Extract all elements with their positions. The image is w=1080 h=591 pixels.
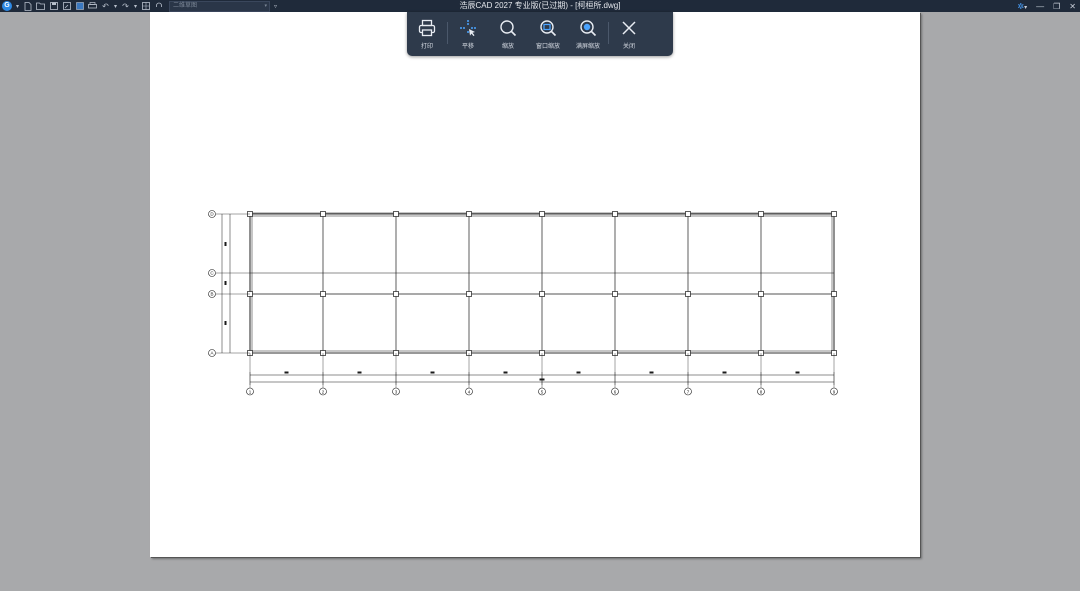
- workspace-select-value: 二维草图: [173, 2, 198, 9]
- app-logo-icon[interactable]: G: [2, 1, 12, 11]
- column: [685, 211, 691, 217]
- open-icon[interactable]: [36, 2, 45, 11]
- dimension-text-mark: [224, 281, 227, 285]
- column: [466, 291, 472, 297]
- dimension-text-mark: [284, 371, 289, 374]
- column: [320, 291, 326, 297]
- dimension-text-mark: [430, 371, 435, 374]
- zoom-label: 缩放: [501, 44, 514, 50]
- column: [831, 211, 837, 217]
- restore-icon[interactable]: ❐: [1053, 2, 1060, 11]
- close-preview-button[interactable]: 关闭: [609, 12, 649, 56]
- layout-icon[interactable]: [141, 2, 150, 11]
- preview-toolbar: 打印 平移 缩放 窗口缩放 满屏缩放 关闭: [407, 12, 673, 56]
- undo-dropdown-icon[interactable]: ▾: [114, 3, 117, 10]
- app-menu-caret-icon[interactable]: ▾: [16, 3, 19, 10]
- new-icon[interactable]: [23, 1, 32, 11]
- zoom-icon: [500, 20, 517, 37]
- close-label: 关闭: [622, 44, 635, 50]
- column: [539, 291, 545, 297]
- save-as-icon[interactable]: [62, 2, 71, 11]
- zoom-extents-label: 满屏缩放: [575, 44, 600, 50]
- settings-gear-icon[interactable]: ✲▾: [1017, 2, 1027, 11]
- close-icon: [622, 21, 636, 35]
- column: [831, 291, 837, 297]
- quick-access-toolbar: G ▾ ↶ ▾ ↷ ▾ 二维草图 ▾ ▿: [2, 0, 277, 12]
- dimension-text-mark: [576, 371, 581, 374]
- window-controls: ✲▾ — ❐ ✕: [1017, 0, 1076, 12]
- dimension-text-mark: [649, 371, 654, 374]
- column: [393, 291, 399, 297]
- column: [612, 291, 618, 297]
- print-icon[interactable]: [88, 2, 97, 11]
- dimension-text-mark: [224, 321, 227, 325]
- dimension-text-mark: [795, 371, 800, 374]
- column: [758, 291, 764, 297]
- column: [393, 211, 399, 217]
- zoom-button[interactable]: 缩放: [488, 12, 528, 56]
- column: [466, 211, 472, 217]
- pan-button[interactable]: 平移: [448, 12, 488, 56]
- redo-icon[interactable]: ↷: [121, 2, 130, 11]
- column: [612, 211, 618, 217]
- pan-icon: [460, 20, 476, 37]
- window-zoom-button[interactable]: 窗口缩放: [528, 12, 568, 56]
- help-icon[interactable]: [154, 2, 163, 11]
- minimize-icon[interactable]: —: [1036, 2, 1044, 11]
- zoom-extents-icon: [580, 20, 597, 37]
- customize-toolbar-icon[interactable]: ▿: [274, 3, 277, 10]
- window-zoom-label: 窗口缩放: [535, 44, 560, 50]
- title-bar: G ▾ ↶ ▾ ↷ ▾ 二维草图 ▾ ▿ 浩辰CAD 2027 专业版(已过期)…: [0, 0, 1080, 12]
- axis-letter-label: B: [210, 292, 213, 297]
- dimension-text-mark: [357, 371, 362, 374]
- column: [320, 211, 326, 217]
- close-window-icon[interactable]: ✕: [1069, 2, 1076, 11]
- print-preview-paper: 123456789DCBA: [150, 12, 920, 557]
- workspace-select[interactable]: 二维草图 ▾: [169, 0, 271, 12]
- workspace-dropdown-icon: ▾: [264, 2, 268, 9]
- save-all-icon[interactable]: [75, 2, 84, 11]
- undo-icon[interactable]: ↶: [101, 2, 110, 11]
- pan-label: 平移: [461, 44, 474, 50]
- column: [685, 291, 691, 297]
- window-zoom-icon: [540, 20, 557, 37]
- column: [539, 211, 545, 217]
- print-label: 打印: [420, 44, 433, 50]
- save-icon[interactable]: [49, 2, 58, 11]
- printer-icon: [418, 19, 436, 37]
- zoom-extents-button[interactable]: 满屏缩放: [568, 12, 608, 56]
- redo-dropdown-icon[interactable]: ▾: [134, 3, 137, 10]
- dimension-text-mark: [224, 242, 227, 246]
- print-button[interactable]: 打印: [407, 12, 447, 56]
- dimension-text-mark: [722, 371, 727, 374]
- floor-plan-drawing[interactable]: 1 2 3 4 5 6 7 8 9DCBA: [150, 12, 920, 557]
- dimension-text-mark: [503, 371, 508, 374]
- column: [758, 211, 764, 217]
- axis-letter-label: A: [210, 351, 213, 356]
